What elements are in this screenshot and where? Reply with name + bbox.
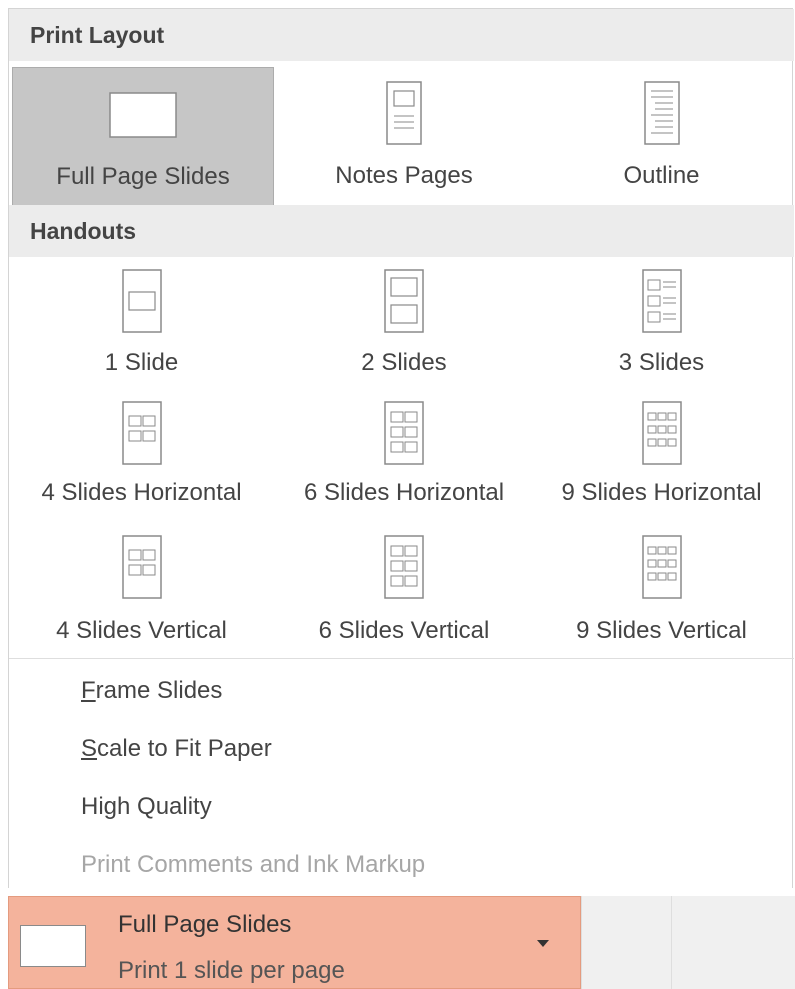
full-page-slides-option[interactable]: Full Page Slides — [12, 67, 274, 207]
handout-4-horizontal-option[interactable]: 4 Slides Horizontal — [9, 395, 274, 520]
handout-1-slide-label: 1 Slide — [104, 349, 179, 376]
handout-9-vertical-icon — [641, 535, 682, 599]
handout-9-horizontal-label: 9 Slides Horizontal — [561, 479, 762, 506]
frame-slides-accel: F — [81, 677, 96, 704]
handout-9-horizontal-option[interactable]: 9 Slides Horizontal — [534, 395, 789, 520]
high-quality-option[interactable]: High Quality — [81, 793, 212, 821]
outline-label: Outline — [623, 162, 700, 189]
handout-9-vertical-label: 9 Slides Vertical — [576, 617, 747, 644]
handout-3-slides-option[interactable]: 3 Slides — [534, 261, 789, 386]
handout-2-slides-option[interactable]: 2 Slides — [277, 261, 531, 386]
notes-pages-option[interactable]: Notes Pages — [279, 67, 529, 207]
scale-to-fit-label: cale to Fit Paper — [97, 735, 272, 762]
handout-4-vertical-icon — [121, 535, 162, 599]
notes-pages-label: Notes Pages — [335, 162, 473, 189]
handout-6-horizontal-option[interactable]: 6 Slides Horizontal — [277, 395, 531, 520]
handout-3-slides-label: 3 Slides — [618, 349, 705, 376]
handout-6-vertical-icon — [384, 535, 424, 599]
handout-2-slides-label: 2 Slides — [361, 349, 447, 376]
full-page-slide-thumb-icon — [20, 925, 86, 967]
dropdown-subtitle: Print 1 slide per page — [118, 957, 345, 984]
full-page-slides-label: Full Page Slides — [56, 163, 230, 190]
handout-1-slide-option[interactable]: 1 Slide — [9, 261, 274, 386]
full-page-slide-icon — [109, 92, 177, 138]
handouts-header: Handouts — [9, 205, 794, 257]
frame-slides-option[interactable]: Frame Slides — [81, 677, 222, 705]
chevron-down-icon[interactable] — [537, 940, 549, 947]
background-strip — [581, 896, 671, 989]
handout-4-horizontal-label: 4 Slides Horizontal — [41, 479, 242, 506]
handout-1-slide-icon — [121, 269, 162, 333]
handout-9-horizontal-icon — [641, 401, 682, 465]
handout-6-horizontal-icon — [384, 401, 424, 465]
print-layout-dropdown[interactable]: Full Page Slides Print 1 slide per page — [8, 896, 581, 989]
handout-6-horizontal-label: 6 Slides Horizontal — [303, 479, 505, 506]
dropdown-title: Full Page Slides — [118, 911, 292, 938]
scale-to-fit-option[interactable]: Scale to Fit Paper — [81, 735, 272, 763]
outline-icon — [643, 81, 680, 145]
options-divider — [9, 658, 794, 659]
print-comments-option: Print Comments and Ink Markup — [81, 851, 426, 878]
handout-3-slides-icon — [641, 269, 682, 333]
handout-4-vertical-label: 4 Slides Vertical — [56, 617, 227, 644]
outline-option[interactable]: Outline — [534, 67, 789, 207]
handout-4-vertical-option[interactable]: 4 Slides Vertical — [9, 529, 274, 654]
scale-to-fit-accel: S — [81, 735, 98, 762]
handout-6-vertical-label: 6 Slides Vertical — [318, 617, 490, 644]
print-layout-gallery: Print Layout Full Page Slides Notes Page… — [8, 8, 794, 888]
handout-4-horizontal-icon — [121, 401, 162, 465]
print-layout-header: Print Layout — [9, 9, 794, 61]
notes-pages-icon — [386, 81, 422, 145]
background-strip — [671, 896, 795, 989]
handout-9-vertical-option[interactable]: 9 Slides Vertical — [534, 529, 789, 654]
handout-6-vertical-option[interactable]: 6 Slides Vertical — [277, 529, 531, 654]
handout-2-slides-icon — [384, 269, 424, 333]
frame-slides-label: rame Slides — [95, 677, 223, 704]
